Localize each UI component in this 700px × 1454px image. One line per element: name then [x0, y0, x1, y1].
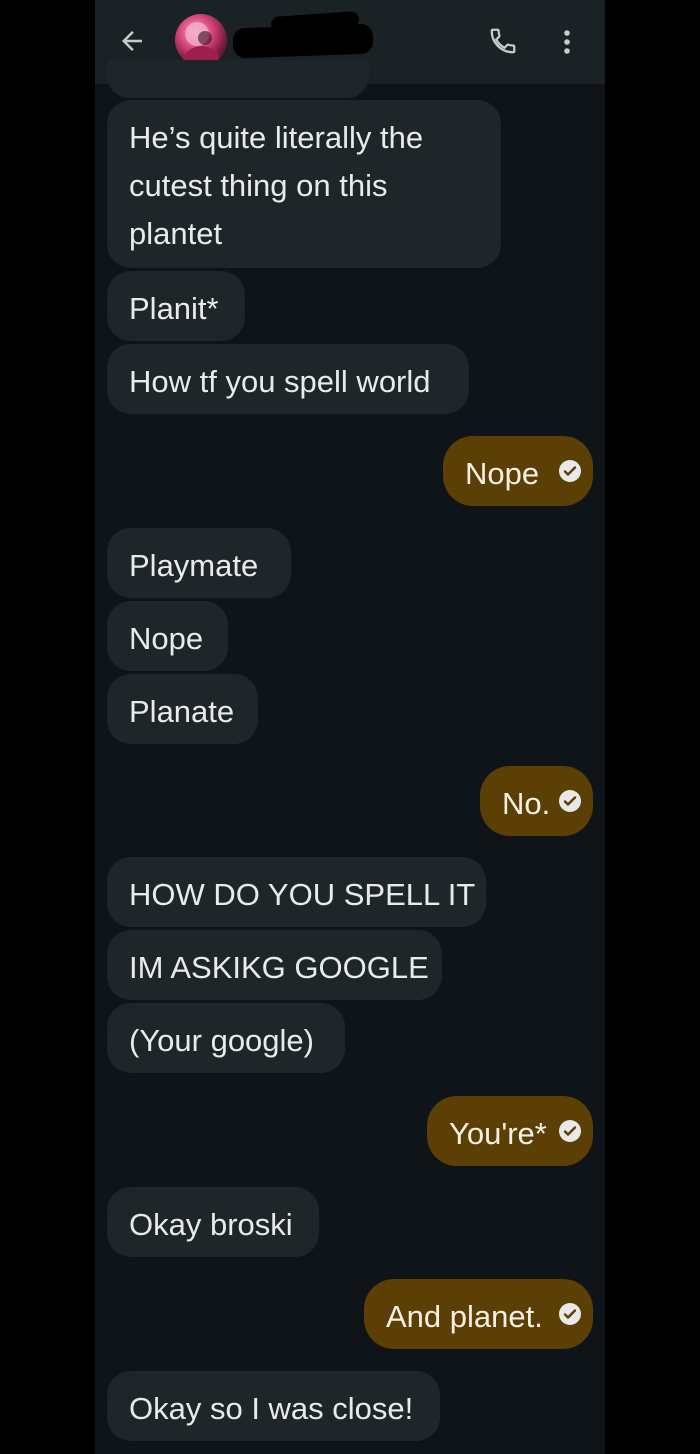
incoming-message-bubble[interactable]: (Your google)	[107, 1003, 345, 1073]
message-line: plantet	[129, 216, 223, 251]
read-check-icon	[559, 1303, 581, 1325]
more-vert-icon	[564, 30, 570, 54]
message-text: Nope	[465, 456, 540, 491]
outgoing-message-bubble[interactable]: You're*	[427, 1096, 593, 1166]
contact-avatar[interactable]	[175, 14, 227, 66]
arrow-left-icon	[122, 31, 142, 51]
message-text: And planet.	[386, 1299, 543, 1334]
avatar-image	[183, 22, 219, 66]
read-check-icon	[559, 1120, 581, 1142]
message-text: Okay so I was close!	[129, 1391, 414, 1426]
back-button[interactable]	[117, 26, 147, 56]
incoming-message-bubble[interactable]: He’s quite literally the cutest thing on…	[107, 100, 501, 268]
previous-message-bubble	[107, 60, 369, 98]
message-text: How tf you spell world	[129, 364, 431, 399]
incoming-message-bubble[interactable]: IM ASKIKG GOOGLE	[107, 930, 442, 1000]
message-text: No.	[502, 786, 551, 821]
incoming-message-bubble[interactable]: Planit*	[107, 271, 245, 341]
incoming-message-bubble[interactable]: Okay broski	[107, 1187, 319, 1257]
message-text: HOW DO YOU SPELL IT	[129, 877, 476, 912]
read-check-icon	[559, 790, 581, 812]
incoming-message-bubble[interactable]: Okay so I was close!	[107, 1371, 440, 1441]
outgoing-message-bubble[interactable]: And planet.	[364, 1279, 593, 1349]
incoming-message-bubble[interactable]: Nope	[107, 601, 228, 671]
message-text: Planate	[129, 694, 235, 729]
incoming-message-bubble[interactable]: Planate	[107, 674, 258, 744]
message-text: Nope	[129, 621, 204, 656]
read-check-icon	[559, 460, 581, 482]
message-text: You're*	[449, 1116, 547, 1151]
call-button[interactable]	[488, 26, 520, 58]
more-options-button[interactable]	[553, 26, 581, 58]
message-text: IM ASKIKG GOOGLE	[129, 950, 429, 985]
message-text: Okay broski	[129, 1207, 293, 1242]
conversation-screen: He’s quite literally the cutest thing on…	[95, 0, 605, 1454]
message-text: (Your google)	[129, 1023, 314, 1058]
incoming-message-bubble[interactable]: HOW DO YOU SPELL IT	[107, 857, 486, 927]
incoming-message-bubble[interactable]: How tf you spell world	[107, 344, 469, 414]
message-text: Planit*	[129, 291, 219, 326]
phone-icon	[490, 28, 516, 54]
outgoing-message-bubble[interactable]: No.	[480, 766, 593, 836]
outgoing-message-bubble[interactable]: Nope	[443, 436, 593, 506]
message-line: He’s quite literally the	[129, 120, 424, 155]
message-text: Playmate	[129, 548, 259, 583]
message-line: cutest thing on this	[129, 168, 388, 203]
incoming-message-bubble[interactable]: Playmate	[107, 528, 291, 598]
